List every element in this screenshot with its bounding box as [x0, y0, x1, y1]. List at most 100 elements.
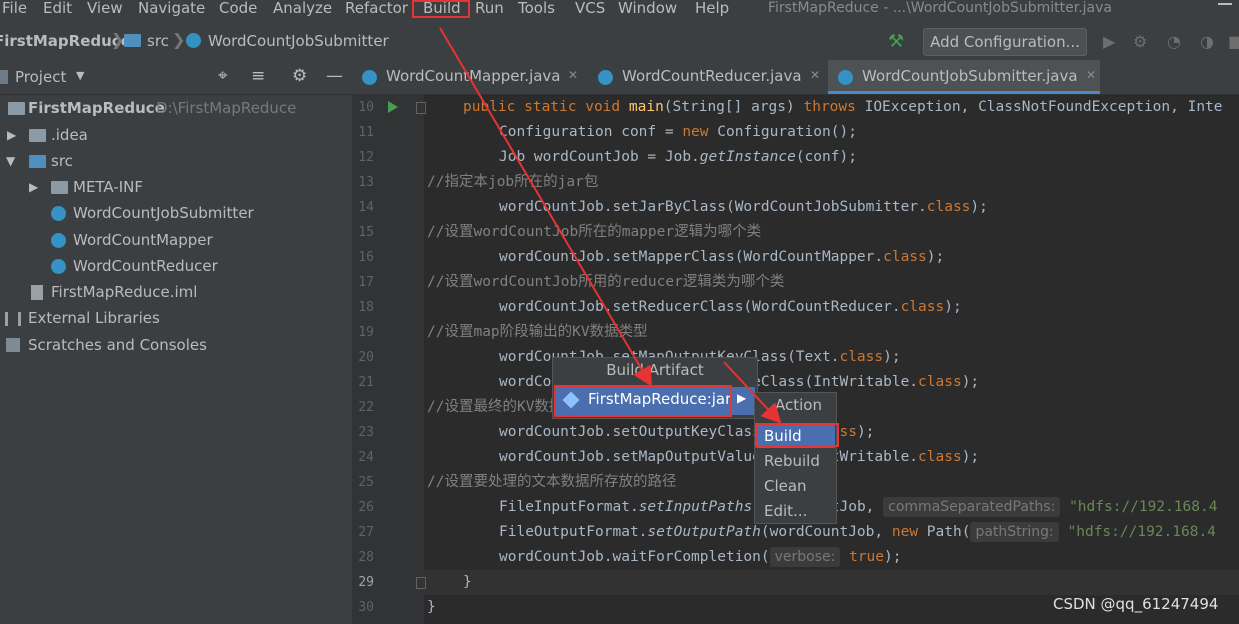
- add-configuration-button[interactable]: Add Configuration...: [923, 28, 1087, 56]
- tree-item-label: .idea: [51, 126, 88, 144]
- close-icon[interactable]: ✕: [568, 68, 578, 82]
- line-number: 14: [358, 200, 374, 215]
- minimize-icon[interactable]: [1218, 3, 1232, 5]
- breadcrumb-separator-icon: ❯: [172, 30, 186, 49]
- parameter-hint: pathString:: [970, 522, 1059, 542]
- locate-icon[interactable]: ⌖: [218, 66, 228, 86]
- run-gutter-icon[interactable]: [388, 101, 398, 113]
- line-number: 29: [358, 575, 374, 590]
- expand-arrow-icon[interactable]: ▶: [7, 124, 16, 146]
- editor-tab-bar: WordCountMapper.java ✕ WordCountReducer.…: [352, 60, 1239, 95]
- menu-navigate[interactable]: Navigate: [138, 0, 205, 19]
- project-panel-header: Project ▼ ⌖ ≡ ⚙ —: [0, 60, 352, 95]
- collapse-all-icon[interactable]: ≡: [251, 66, 265, 86]
- tree-item-wordcountjobsubmitter[interactable]: WordCountJobSubmitter: [0, 202, 352, 224]
- close-icon[interactable]: ✕: [810, 68, 820, 82]
- menu-edit[interactable]: Edit: [43, 0, 72, 19]
- menu-help[interactable]: Help: [695, 0, 729, 19]
- annotation-box-build-menu: [412, 0, 470, 18]
- fold-icon[interactable]: [416, 577, 426, 589]
- code-comment: //设置wordCountJob所在的mapper逻辑为哪个类: [427, 224, 762, 240]
- code-line: wordCountJob.setJarByClass(WordCountJobS…: [499, 199, 988, 215]
- folder-icon: [29, 129, 46, 142]
- code-line: Configuration conf = new Configuration()…: [499, 124, 857, 140]
- menu-view[interactable]: View: [87, 0, 123, 19]
- tree-item-scratches[interactable]: Scratches and Consoles: [0, 334, 352, 356]
- action-edit[interactable]: Edit...: [756, 499, 835, 523]
- line-number: 21: [358, 375, 374, 390]
- line-number: 20: [358, 350, 374, 365]
- line-number: 13: [358, 175, 374, 190]
- menu-bar: File Edit View Navigate Code Analyze Ref…: [0, 0, 1239, 22]
- breadcrumb-file[interactable]: WordCountJobSubmitter: [208, 32, 389, 50]
- menu-tools[interactable]: Tools: [518, 0, 555, 19]
- menu-analyze[interactable]: Analyze: [273, 0, 332, 19]
- code-editor[interactable]: 10 11 12 13 14 15 16 17 18 19 20 21 22 2…: [352, 95, 1239, 624]
- annotation-box-artifact: [554, 385, 732, 417]
- tree-item-label: Scratches and Consoles: [28, 336, 207, 354]
- profile-icon[interactable]: ◑: [1200, 32, 1214, 51]
- project-panel: Project ▼ ⌖ ≡ ⚙ — FirstMapReduce D:\Firs…: [0, 60, 352, 624]
- tree-item-path: D:\FirstMapReduce: [156, 99, 297, 117]
- hide-icon[interactable]: —: [326, 66, 343, 86]
- line-number: 11: [358, 125, 374, 140]
- tree-item-idea[interactable]: ▶ .idea: [0, 124, 352, 146]
- hammer-build-icon[interactable]: ⚒: [888, 31, 904, 52]
- menu-vcs[interactable]: VCS: [575, 0, 605, 19]
- coverage-icon[interactable]: ◔: [1167, 32, 1181, 51]
- tree-item-label: src: [51, 152, 73, 170]
- run-icon[interactable]: ▶: [1103, 32, 1115, 51]
- annotation-box-build-action: [755, 423, 839, 447]
- tree-item-iml[interactable]: FirstMapReduce.iml: [0, 281, 352, 303]
- code-line: wordCountJob.waitForCompletion(verbose: …: [499, 547, 902, 567]
- code-comment: //设置map阶段输出的KV数据类型: [427, 324, 648, 340]
- chevron-down-icon[interactable]: ▼: [76, 69, 84, 82]
- tree-item-wordcountmapper[interactable]: WordCountMapper: [0, 229, 352, 251]
- breadcrumb-folder[interactable]: src: [147, 32, 169, 50]
- action-popup: Action Build Rebuild Clean Edit...: [754, 392, 837, 524]
- tab-label: WordCountMapper.java: [386, 67, 561, 85]
- tree-item-src[interactable]: ▼ src: [0, 150, 352, 172]
- project-panel-title[interactable]: Project: [15, 68, 66, 86]
- menu-refactor[interactable]: Refactor: [345, 0, 408, 19]
- menu-window[interactable]: Window: [618, 0, 677, 19]
- current-line-highlight: [424, 570, 1239, 595]
- collapse-arrow-icon[interactable]: ▼: [6, 150, 15, 172]
- debug-icon[interactable]: ⚙: [1133, 32, 1147, 51]
- tab-wordcountmapper[interactable]: WordCountMapper.java ✕: [352, 60, 588, 94]
- line-number: 22: [358, 400, 374, 415]
- line-number: 18: [358, 300, 374, 315]
- code-comment: //指定本job所在的jar包: [427, 174, 599, 190]
- menu-file[interactable]: File: [2, 0, 27, 19]
- window-title: FirstMapReduce - ...\WordCountJobSubmitt…: [768, 0, 1112, 16]
- menu-code[interactable]: Code: [219, 0, 257, 19]
- action-clean[interactable]: Clean: [756, 474, 835, 498]
- java-class-icon: [838, 70, 853, 85]
- gear-icon[interactable]: ⚙: [292, 66, 307, 86]
- line-number: 25: [358, 475, 374, 490]
- tree-item-wordcountreducer[interactable]: WordCountReducer: [0, 255, 352, 277]
- tab-wordcountreducer[interactable]: WordCountReducer.java ✕: [588, 60, 828, 94]
- tree-item-project-root[interactable]: FirstMapReduce D:\FirstMapReduce: [0, 97, 352, 119]
- tree-item-external-libraries[interactable]: External Libraries: [0, 307, 352, 329]
- fold-icon[interactable]: [416, 102, 426, 114]
- popup-title: Action: [775, 396, 822, 414]
- module-file-icon: [31, 285, 43, 300]
- code-line: FileOutputFormat.setOutputPath(wordCount…: [499, 522, 1216, 542]
- java-class-icon: [362, 70, 377, 85]
- tab-wordcountjobsubmitter[interactable]: WordCountJobSubmitter.java ✕: [828, 60, 1100, 94]
- menu-run[interactable]: Run: [475, 0, 504, 19]
- line-number: 28: [358, 550, 374, 565]
- tree-item-meta-inf[interactable]: ▶ META-INF: [0, 176, 352, 198]
- stop-icon[interactable]: ■: [1228, 32, 1239, 51]
- code-line: wordCountJob.setReducerClass(WordCountRe…: [499, 299, 962, 315]
- java-class-icon: [51, 206, 66, 221]
- parameter-hint: commaSeparatedPaths:: [883, 497, 1061, 517]
- expand-arrow-icon[interactable]: ▶: [29, 176, 38, 198]
- tree-item-label: FirstMapReduce.iml: [51, 283, 198, 301]
- action-rebuild[interactable]: Rebuild: [756, 449, 835, 473]
- close-icon[interactable]: ✕: [1086, 68, 1096, 82]
- project-icon: [0, 70, 8, 84]
- popup-title: Build Artifact: [606, 361, 704, 379]
- tree-item-label: WordCountReducer: [73, 257, 218, 275]
